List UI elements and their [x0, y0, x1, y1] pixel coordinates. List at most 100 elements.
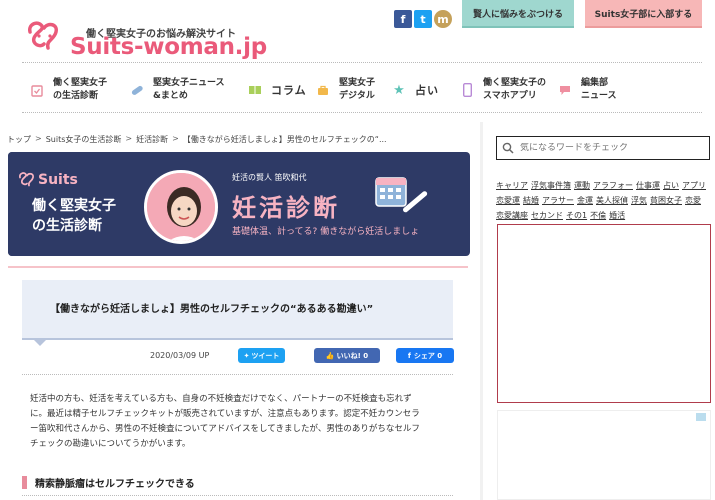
banner-left-panel: Suits 働く堅実女子 の生活診断: [8, 152, 136, 256]
nav-item-digital[interactable]: 堅実女子 デジタル: [316, 72, 375, 108]
nav-label: 働く堅実女子の スマホアプリ: [483, 78, 547, 101]
thumbs-up-icon: 👍: [325, 351, 335, 360]
article-title: 【働きながら妊活しましょ】男性のセルフチェックの“あるある勘違い”: [50, 304, 374, 315]
tag-link[interactable]: 浮気事件簿: [531, 178, 571, 193]
meta-divider: [22, 374, 453, 375]
share-label: シェア 0: [413, 351, 443, 360]
intro-line: ー笛吹和代さんから、男性の不妊検査についてアドバイスをしてきましたが、男性のあり…: [30, 424, 420, 434]
breadcrumb-separator: >: [172, 134, 179, 143]
tag-link[interactable]: 美人探偵: [596, 193, 628, 208]
tweet-label: ツイート: [251, 351, 280, 360]
site-logo[interactable]: 働く堅実女子のお悩み解決サイト Suits-woman.jp: [22, 12, 267, 60]
media-icon[interactable]: m: [434, 10, 452, 28]
tag-link[interactable]: その1: [566, 208, 587, 223]
nav-item-column[interactable]: コラム: [248, 72, 307, 108]
speech-bubble-icon: [558, 83, 572, 97]
section-divider: [22, 495, 453, 496]
nav-item-fortune[interactable]: ★ 占い: [392, 72, 439, 108]
site-header: 働く堅実女子のお悩み解決サイト Suits-woman.jp f t m 賢人に…: [0, 0, 715, 122]
ad-choices-icon[interactable]: [696, 413, 706, 421]
breadcrumb: トップ > Suits女子の生活診断 > 妊活診断 > 【働きながら妊活しましょ…: [7, 134, 387, 145]
intro-line: 妊活中の方も、妊活を考えている方も、自身の不妊検査だけでなく、パートナーの不妊検…: [30, 394, 412, 404]
tag-link[interactable]: 恋愛講座: [496, 208, 528, 223]
banner-author: 妊活の賢人 笛吹和代: [232, 173, 307, 182]
tag-link[interactable]: 不倫: [590, 208, 606, 223]
star-icon: ★: [393, 82, 405, 98]
nav-label: 堅実女子ニュース &まとめ: [153, 78, 225, 101]
breadcrumb-life-diagnosis[interactable]: Suits女子の生活診断: [46, 134, 122, 145]
nav-label: コラム: [271, 83, 307, 97]
tag-link[interactable]: 仕事運: [636, 178, 660, 193]
breadcrumb-separator: >: [35, 134, 42, 143]
breadcrumb-separator: >: [125, 134, 133, 143]
search-icon: [502, 142, 514, 154]
nav-item-life-diagnosis[interactable]: 働く堅実女子 の生活診断: [30, 72, 107, 108]
tag-link[interactable]: キャリア: [496, 178, 528, 193]
publish-date: 2020/03/09 UP: [150, 351, 210, 360]
logo-main: Suits: [70, 34, 135, 60]
book-icon: [248, 83, 262, 97]
tag-link[interactable]: 恋愛: [685, 193, 701, 208]
clipboard-icon: [30, 83, 44, 97]
tag-link[interactable]: セカンド: [531, 208, 563, 223]
section-heading: 精索静脈瘤はセルフチェックできる: [22, 474, 453, 490]
tag-link[interactable]: 占い: [663, 178, 679, 193]
main-nav: 働く堅実女子 の生活診断 堅実女子ニュース &まとめ コラム 堅実女子 デジタル…: [22, 72, 712, 108]
nav-divider-bottom: [22, 112, 702, 113]
title-box-notch: [34, 340, 46, 346]
breadcrumb-ninkatsu[interactable]: 妊活診断: [136, 134, 168, 145]
twitter-icon: ✦: [243, 351, 250, 360]
tag-link[interactable]: 金運: [577, 193, 593, 208]
section-divider: [8, 266, 468, 268]
heading-accent-bar: [22, 475, 27, 489]
intro-line: に。最近は精子セルフチェックキットが販売されていますが、注意点もあります。認定不…: [30, 409, 420, 419]
nav-item-app[interactable]: 働く堅実女子の スマホアプリ: [460, 72, 546, 108]
twitter-icon[interactable]: t: [414, 10, 432, 28]
logo-sub: -woman.jp: [134, 34, 267, 60]
logo-face-icon: [19, 172, 34, 187]
tag-link[interactable]: 婚活: [609, 208, 625, 223]
nav-item-news[interactable]: 堅実女子ニュース &まとめ: [130, 72, 225, 108]
join-club-button[interactable]: Suits女子部に入部する: [585, 0, 702, 28]
tweet-button[interactable]: ✦ ツイート: [238, 348, 285, 363]
tag-link[interactable]: アラサー: [542, 193, 574, 208]
tag-link[interactable]: 結婚: [523, 193, 539, 208]
banner-title: 妊活診断: [232, 194, 340, 222]
breadcrumb-home[interactable]: トップ: [7, 134, 31, 145]
nav-label: 堅実女子 デジタル: [339, 78, 376, 101]
breadcrumb-current: 【働きながら妊活しましょ】男性のセルフチェックの“...: [182, 135, 387, 144]
like-button[interactable]: 👍 いいね! 0: [314, 348, 380, 363]
calendar-thermometer-icon: [375, 177, 428, 213]
facebook-icon: f: [407, 351, 411, 360]
facebook-icon[interactable]: f: [394, 10, 412, 28]
category-banner[interactable]: Suits 働く堅実女子 の生活診断 妊活の賢人 笛吹和代 妊活診断 基礎体温、…: [8, 152, 470, 256]
nav-label: 働く堅実女子 の生活診断: [53, 78, 108, 101]
banner-brand: Suits: [38, 172, 78, 188]
smartphone-icon: [460, 83, 474, 97]
logo-wordmark: Suits-woman.jp: [70, 34, 267, 60]
nav-label: 占い: [415, 83, 439, 97]
article-meta: 2020/03/09 UP ✦ ツイート 👍 いいね! 0 f シェア 0: [150, 348, 460, 364]
social-links: f t m: [394, 10, 452, 28]
pill-icon: [130, 83, 144, 97]
tag-link[interactable]: 運動: [574, 178, 590, 193]
consult-expert-button[interactable]: 賢人に悩みをぶつける: [462, 0, 574, 28]
nav-label: 編集部 ニュース: [581, 78, 617, 101]
sidebar-ad-slot-2[interactable]: [497, 410, 711, 500]
tag-link[interactable]: 恋愛運: [496, 193, 520, 208]
nav-item-editorial[interactable]: 編集部 ニュース: [558, 72, 617, 108]
tag-link[interactable]: 浮気: [631, 193, 647, 208]
nav-divider-top: [22, 62, 702, 63]
banner-right-panel: 妊活の賢人 笛吹和代 妊活診断 基礎体温、計ってる? 働きながら妊活しましょ: [148, 152, 470, 256]
banner-subtitle: 基礎体温、計ってる? 働きながら妊活しましょ: [232, 227, 420, 237]
intro-line: チェックの勘違いについてうかがいます。: [30, 439, 191, 449]
tag-link[interactable]: アプリ: [682, 178, 706, 193]
share-button[interactable]: f シェア 0: [396, 348, 454, 363]
article-intro: 妊活中の方も、妊活を考えている方も、自身の不妊検査だけでなく、パートナーの不妊検…: [30, 392, 440, 452]
tag-link[interactable]: 貧困女子: [650, 193, 682, 208]
search-box[interactable]: [496, 136, 710, 160]
tag-link[interactable]: アラフォー: [593, 178, 633, 193]
search-input[interactable]: [520, 143, 700, 153]
bag-icon: [316, 83, 330, 97]
sidebar-ad-slot[interactable]: [497, 224, 711, 403]
